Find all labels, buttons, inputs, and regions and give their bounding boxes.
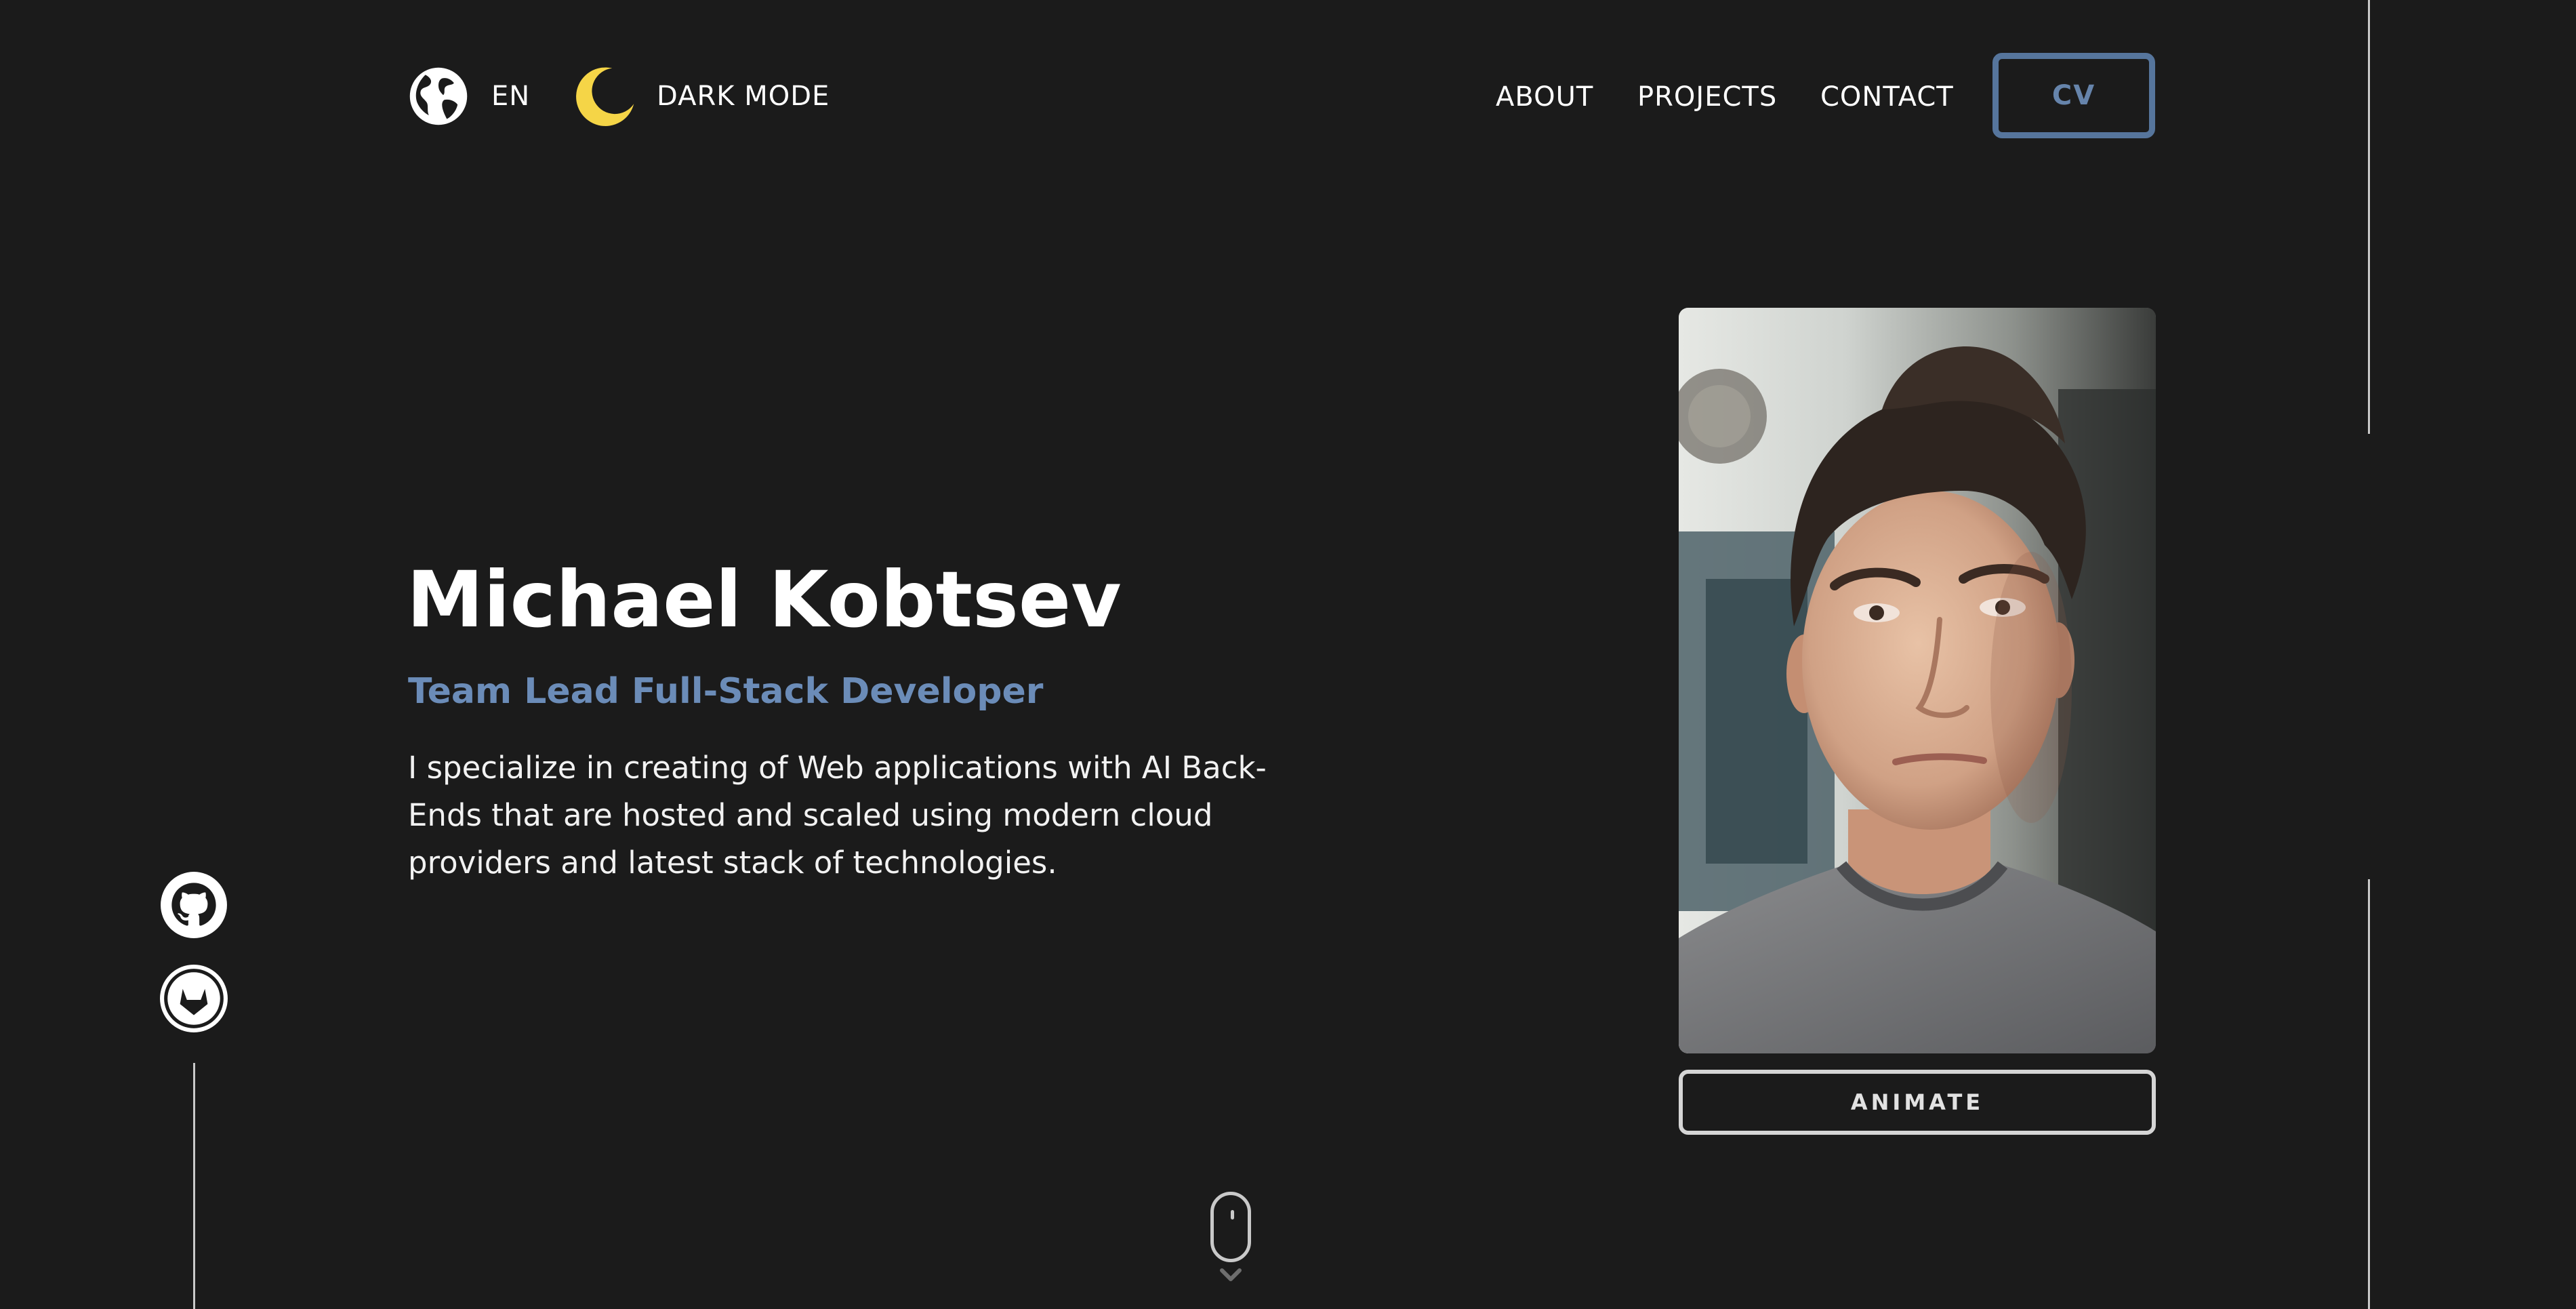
gitlab-icon [160,965,228,1032]
nav-link-projects[interactable]: PROJECTS [1637,78,1777,116]
scroll-wheel [1231,1210,1234,1220]
page: EN DARK MODE ABOUT PROJECTS CONTACT CV M… [0,0,2576,1309]
cv-button[interactable]: CV [1992,53,2155,138]
github-link[interactable] [159,870,228,940]
theme-toggle-label: DARK MODE [657,81,830,112]
hero-name: Michael Kobtsev [407,555,1122,645]
nav-link-contact[interactable]: CONTACT [1820,78,1954,116]
hero-role: Team Lead Full-Stack Developer [408,671,1044,712]
decorative-line-right-top [2368,0,2370,434]
github-icon [161,872,227,938]
moon-icon [576,67,634,126]
theme-toggle[interactable]: DARK MODE [573,64,830,128]
decorative-line-left [193,1063,195,1309]
language-selector[interactable]: EN [409,66,530,127]
animate-button[interactable]: ANIMATE [1679,1070,2156,1135]
globe-icon [409,67,468,125]
hero-description: I specialize in creating of Web applicat… [408,750,1267,881]
profile-photo [1679,308,2156,1053]
profile-photo-image [1679,308,2156,1053]
nav-link-about[interactable]: ABOUT [1496,78,1593,116]
decorative-line-right-bottom [2368,879,2370,1309]
gitlab-link[interactable] [159,964,228,1033]
language-label: EN [491,81,531,112]
mouse-scroll-icon[interactable] [1210,1192,1251,1262]
chevron-down-icon [1218,1265,1244,1285]
